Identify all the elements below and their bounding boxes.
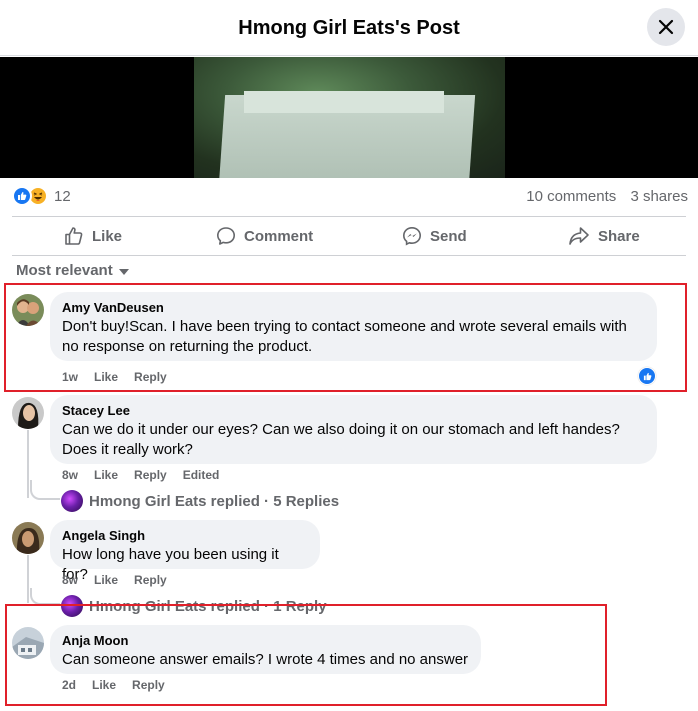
- avatar[interactable]: [12, 397, 44, 429]
- comment-like-button[interactable]: Like: [94, 573, 118, 587]
- comment-reply-button[interactable]: Reply: [134, 573, 167, 587]
- post-stats: 12 10 comments 3 shares: [12, 186, 688, 208]
- page-avatar: [61, 595, 83, 617]
- like-button-label: Like: [92, 227, 123, 245]
- share-button[interactable]: Share: [568, 217, 640, 255]
- comment-text-line: Don't buy!Scan. I have been trying to co…: [62, 318, 627, 335]
- share-arrow-icon: [569, 227, 589, 245]
- view-replies-link[interactable]: Hmong Girl Eats replied · 1 Reply: [61, 595, 327, 617]
- replies-summary: Hmong Girl Eats replied · 5 Replies: [89, 492, 340, 510]
- thumbs-up-icon: [65, 227, 83, 245]
- comment-text-line: Can we do it under our eyes? Can we also…: [62, 421, 620, 438]
- send-button-label: Send: [430, 227, 467, 245]
- share-button-label: Share: [598, 227, 640, 245]
- thread-connector: [30, 480, 60, 500]
- comment-text-line: Does it really work?: [62, 441, 193, 458]
- video-player[interactable]: [0, 57, 698, 178]
- page-title: Hmong Girl Eats's Post: [238, 17, 460, 39]
- comment-meta: 8w Like Reply: [62, 573, 183, 587]
- comment-text-line: Can someone answer emails? I wrote 4 tim…: [62, 651, 469, 668]
- comment-author[interactable]: Stacey Lee: [62, 403, 645, 419]
- video-box-top: [244, 91, 444, 113]
- comment-like-button[interactable]: Like: [94, 370, 118, 384]
- comment-meta: 2d Like Reply: [62, 678, 181, 692]
- comment-author[interactable]: Amy VanDeusen: [62, 300, 645, 316]
- comment-timestamp[interactable]: 1w: [62, 370, 78, 384]
- comment-button[interactable]: Comment: [216, 217, 313, 255]
- comment-like-reaction-icon[interactable]: [638, 367, 656, 385]
- comments-count-link[interactable]: 10 comments: [526, 188, 616, 205]
- caret-down-icon: [118, 268, 129, 275]
- comment-timestamp[interactable]: 2d: [62, 678, 76, 692]
- sort-label: Most relevant: [16, 262, 113, 279]
- comment-meta: 1w Like Reply: [62, 370, 183, 384]
- edited-label: Edited: [182, 468, 220, 482]
- like-button[interactable]: Like: [64, 217, 122, 255]
- like-reaction-icon: [12, 186, 32, 206]
- comment-meta: 8w Like Reply Edited: [62, 468, 235, 482]
- thread-connector: [30, 588, 60, 605]
- comment-bubble: Stacey Lee Can we do it under our eyes? …: [50, 395, 657, 464]
- comment-reply-button[interactable]: Reply: [132, 678, 165, 692]
- video-frame: [194, 57, 505, 178]
- reaction-count: 12: [54, 187, 71, 205]
- comment-reply-button[interactable]: Reply: [134, 468, 167, 482]
- close-button[interactable]: [647, 8, 685, 46]
- comment-bubble: Amy VanDeusen Don't buy!Scan. I have bee…: [50, 292, 657, 361]
- close-icon: [658, 19, 674, 35]
- comment-like-button[interactable]: Like: [92, 678, 116, 692]
- send-button[interactable]: Send: [402, 217, 467, 255]
- comment-button-label: Comment: [244, 227, 314, 245]
- comment-timestamp[interactable]: 8w: [62, 468, 78, 482]
- comment-timestamp[interactable]: 8w: [62, 573, 78, 587]
- thread-line: [27, 555, 29, 603]
- comment-like-button[interactable]: Like: [94, 468, 118, 482]
- comment-author[interactable]: Anja Moon: [62, 633, 469, 649]
- comment-reply-button[interactable]: Reply: [134, 370, 167, 384]
- thread-line: [27, 430, 29, 498]
- view-replies-link[interactable]: Hmong Girl Eats replied · 5 Replies: [61, 490, 339, 512]
- shares-count-link[interactable]: 3 shares: [630, 188, 688, 205]
- comment-author[interactable]: Angela Singh: [62, 528, 308, 544]
- comment-bubble: Anja Moon Can someone answer emails? I w…: [50, 625, 481, 674]
- comment-text-line: no response on returning the product.: [62, 338, 313, 355]
- avatar[interactable]: [12, 522, 44, 554]
- avatar[interactable]: [12, 627, 44, 659]
- messenger-icon: [402, 226, 422, 246]
- replies-summary: Hmong Girl Eats replied · 1 Reply: [89, 597, 327, 615]
- post-header: Hmong Girl Eats's Post: [0, 0, 698, 56]
- action-bar: Like Comment Send Share: [12, 216, 686, 256]
- comment-icon: [217, 227, 235, 245]
- stats-right: 10 comments 3 shares: [526, 188, 688, 205]
- comment-sort-dropdown[interactable]: Most relevant: [16, 262, 129, 279]
- avatar[interactable]: [12, 294, 44, 326]
- comment-bubble: Angela Singh How long have you been usin…: [50, 520, 320, 583]
- reactions-summary[interactable]: 12: [12, 186, 71, 206]
- page-avatar: [61, 490, 83, 512]
